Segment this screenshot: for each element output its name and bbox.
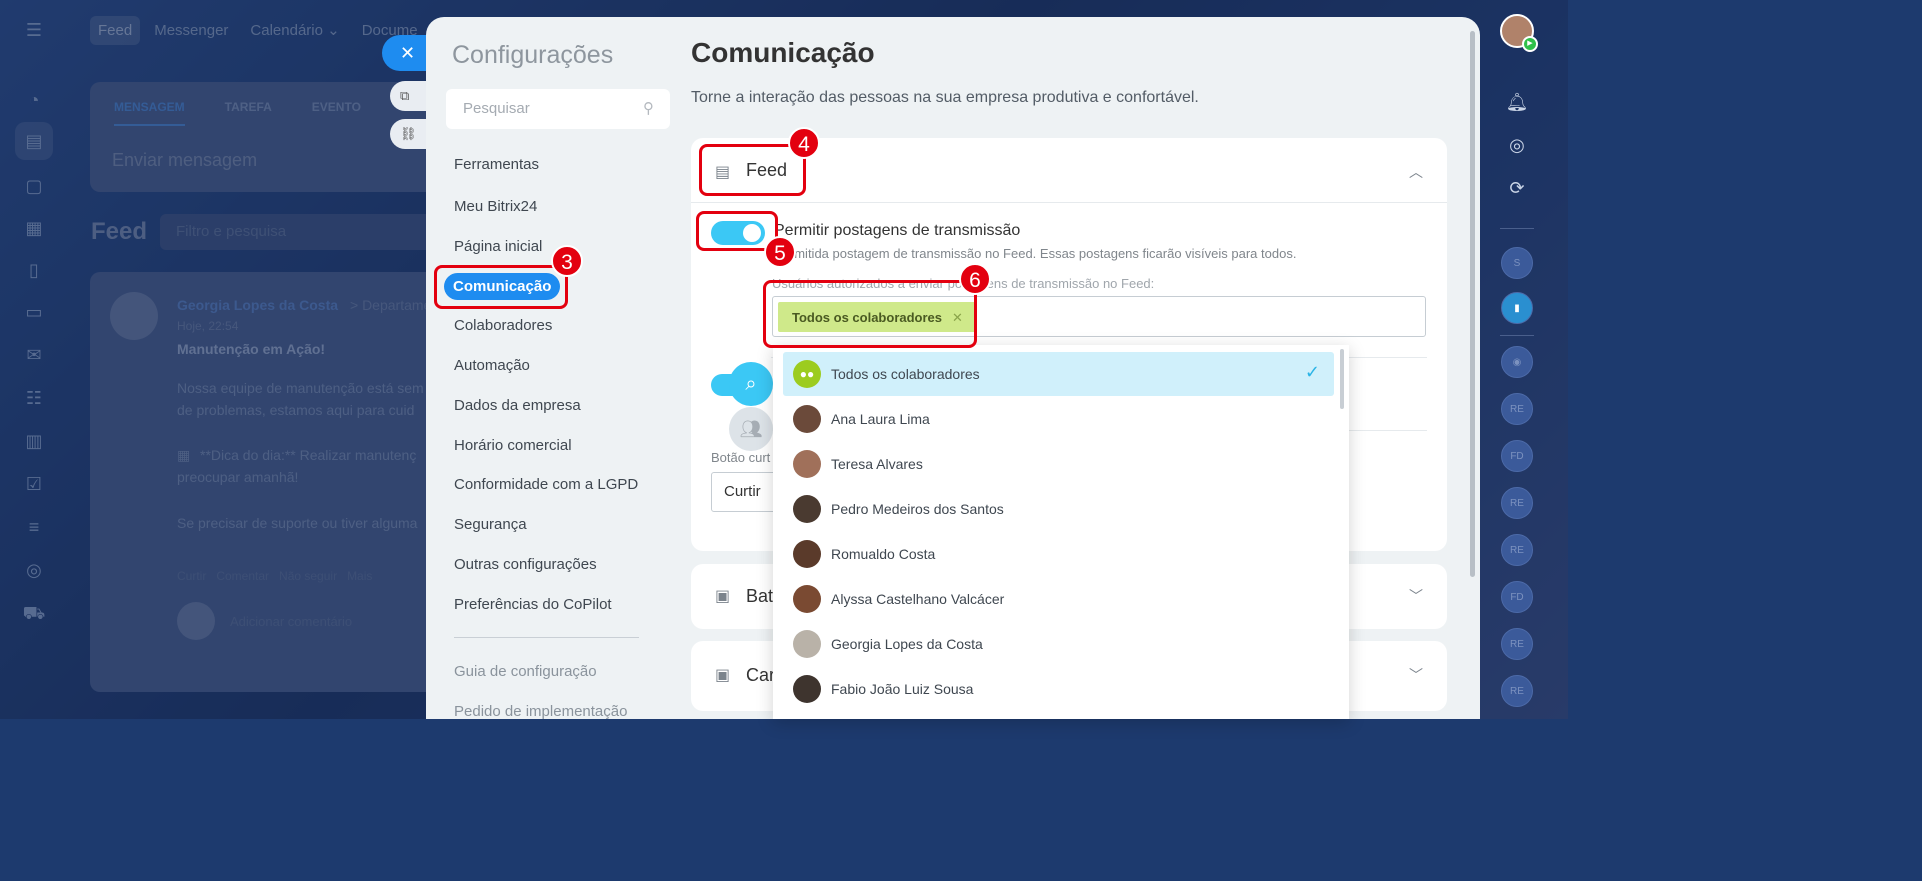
dropdown-item[interactable]: Pedro Medeiros dos Santos	[783, 487, 1334, 531]
dropdown-item[interactable]: ●● Todos os colaboradores ✓	[783, 352, 1334, 396]
search-icon: ⚲	[643, 100, 654, 117]
contact-avatar[interactable]: FD	[1501, 581, 1533, 613]
callout-badge: 6	[959, 263, 991, 295]
avatar	[793, 675, 821, 703]
setup-guide-link[interactable]: Guia de configuração	[454, 663, 597, 680]
chevron-up-icon[interactable]: ︿	[1409, 162, 1423, 182]
callout-badge: 3	[551, 245, 583, 277]
chat-card-icon: ▣	[715, 588, 731, 605]
user-avatar[interactable]: ▶	[1500, 14, 1538, 52]
right-rail: ▶ 🔔︎ ◎ ⟳ S ▮ ◉ RE FD RE RE FD RE RE	[1482, 0, 1568, 719]
contact-avatar[interactable]: RE	[1501, 487, 1533, 519]
chat-card-header: Bat	[746, 586, 774, 606]
sync-icon[interactable]: ⟳	[1502, 173, 1532, 203]
target-icon[interactable]: ◎	[1502, 130, 1532, 160]
like-button-label: Botão curt	[711, 450, 771, 465]
close-icon: ✕	[400, 43, 416, 63]
copy-link-button[interactable]: ⛓	[390, 119, 430, 149]
implementation-request-link[interactable]: Pedido de implementação	[454, 703, 627, 719]
group-icon: ●●	[793, 360, 821, 388]
dropdown-item[interactable]: Ana Laura Lima	[783, 397, 1334, 441]
avatar	[793, 630, 821, 658]
callout-badge: 4	[788, 127, 820, 159]
contact-avatar[interactable]: RE	[1501, 628, 1533, 660]
dropdown-item-label: Todos os colaboradores	[831, 366, 980, 382]
search-icon: ⌕	[729, 362, 773, 406]
users-icon: 👥︎	[729, 407, 773, 451]
callout-box	[763, 280, 977, 348]
dropdown-item[interactable]: Georgia Lopes da Costa	[783, 622, 1334, 666]
dropdown-item-label: Ana Laura Lima	[831, 411, 930, 427]
panel-scrollbar[interactable]	[1470, 31, 1475, 577]
bookmark-icon[interactable]: ▮	[1501, 292, 1533, 324]
contact-avatar[interactable]: FD	[1501, 440, 1533, 472]
contact-avatar[interactable]: S	[1501, 247, 1533, 279]
users-dropdown: ●● Todos os colaboradores ✓ Ana Laura Li…	[773, 345, 1349, 719]
menu-item-copilot[interactable]: Preferências do CoPilot	[454, 596, 612, 613]
dropdown-item[interactable]: Teresa Alvares	[783, 442, 1334, 486]
panel-title: Configurações	[452, 41, 614, 69]
dropdown-item[interactable]: Alyssa Castelhano Valcácer	[783, 577, 1334, 621]
dropdown-item-label: Georgia Lopes da Costa	[831, 636, 983, 652]
copilot-icon[interactable]: ◉	[1501, 346, 1533, 378]
avatar	[793, 405, 821, 433]
external-link-icon: ⧉	[400, 88, 410, 103]
menu-item-colaboradores[interactable]: Colaboradores	[454, 317, 552, 334]
menu-item-outras[interactable]: Outras configurações	[454, 556, 597, 573]
contact-avatar[interactable]: RE	[1501, 393, 1533, 425]
card3-icon: ▣	[715, 667, 731, 684]
dropdown-item-label: Romualdo Costa	[831, 546, 936, 562]
menu-item-meu-bitrix24[interactable]: Meu Bitrix24	[454, 198, 537, 215]
play-icon: ▶	[1522, 36, 1538, 52]
dropdown-item-label: Teresa Alvares	[831, 456, 923, 472]
menu-item-ferramentas[interactable]: Ferramentas	[454, 156, 539, 173]
page-description: Torne a interação das pessoas na sua emp…	[691, 89, 1199, 106]
menu-item-pagina-inicial[interactable]: Página inicial	[454, 238, 542, 255]
avatar	[793, 450, 821, 478]
avatar	[793, 585, 821, 613]
divider	[1500, 335, 1534, 336]
callout-badge: 5	[764, 236, 796, 268]
menu-item-seguranca[interactable]: Segurança	[454, 516, 527, 533]
menu-item-dados-empresa[interactable]: Dados da empresa	[454, 397, 581, 414]
dropdown-item[interactable]: Romualdo Costa	[783, 532, 1334, 576]
dropdown-scrollbar[interactable]	[1340, 349, 1344, 409]
chevron-down-icon[interactable]: ﹀	[1409, 665, 1423, 685]
contact-avatar[interactable]: RE	[1501, 534, 1533, 566]
callout-box	[434, 265, 568, 309]
link-icon: ⛓	[400, 126, 417, 141]
check-icon: ✓	[1304, 362, 1320, 382]
open-new-window-button[interactable]: ⧉	[390, 81, 430, 111]
menu-item-automacao[interactable]: Automação	[454, 357, 530, 374]
dropdown-item[interactable]: Fabio João Luiz Sousa	[783, 667, 1334, 711]
avatar	[793, 495, 821, 523]
page-title: Comunicação	[691, 37, 875, 68]
avatar	[793, 540, 821, 568]
card-divider	[691, 202, 1447, 203]
menu-divider	[454, 637, 639, 638]
dropdown-item-label: Alyssa Castelhano Valcácer	[831, 591, 1005, 607]
card3-header: Car	[746, 665, 776, 685]
dropdown-item-label: Pedro Medeiros dos Santos	[831, 501, 1004, 517]
bell-icon[interactable]: 🔔︎	[1502, 87, 1532, 117]
menu-item-lgpd[interactable]: Conformidade com a LGPD	[454, 476, 638, 493]
dropdown-item-label: Fabio João Luiz Sousa	[831, 681, 974, 697]
broadcast-option-hint: Permitida postagem de transmissão no Fee…	[774, 246, 1297, 261]
like-button-input[interactable]: Curtir	[711, 472, 781, 512]
chevron-down-icon[interactable]: ﹀	[1409, 586, 1423, 606]
search-placeholder: Pesquisar	[463, 100, 530, 117]
broadcast-option-label: Permitir postagens de transmissão	[774, 222, 1021, 239]
menu-item-horario-comercial[interactable]: Horário comercial	[454, 437, 572, 454]
contact-avatar[interactable]: RE	[1501, 675, 1533, 707]
settings-search-input[interactable]: Pesquisar ⚲	[446, 89, 670, 129]
divider	[1500, 228, 1534, 229]
